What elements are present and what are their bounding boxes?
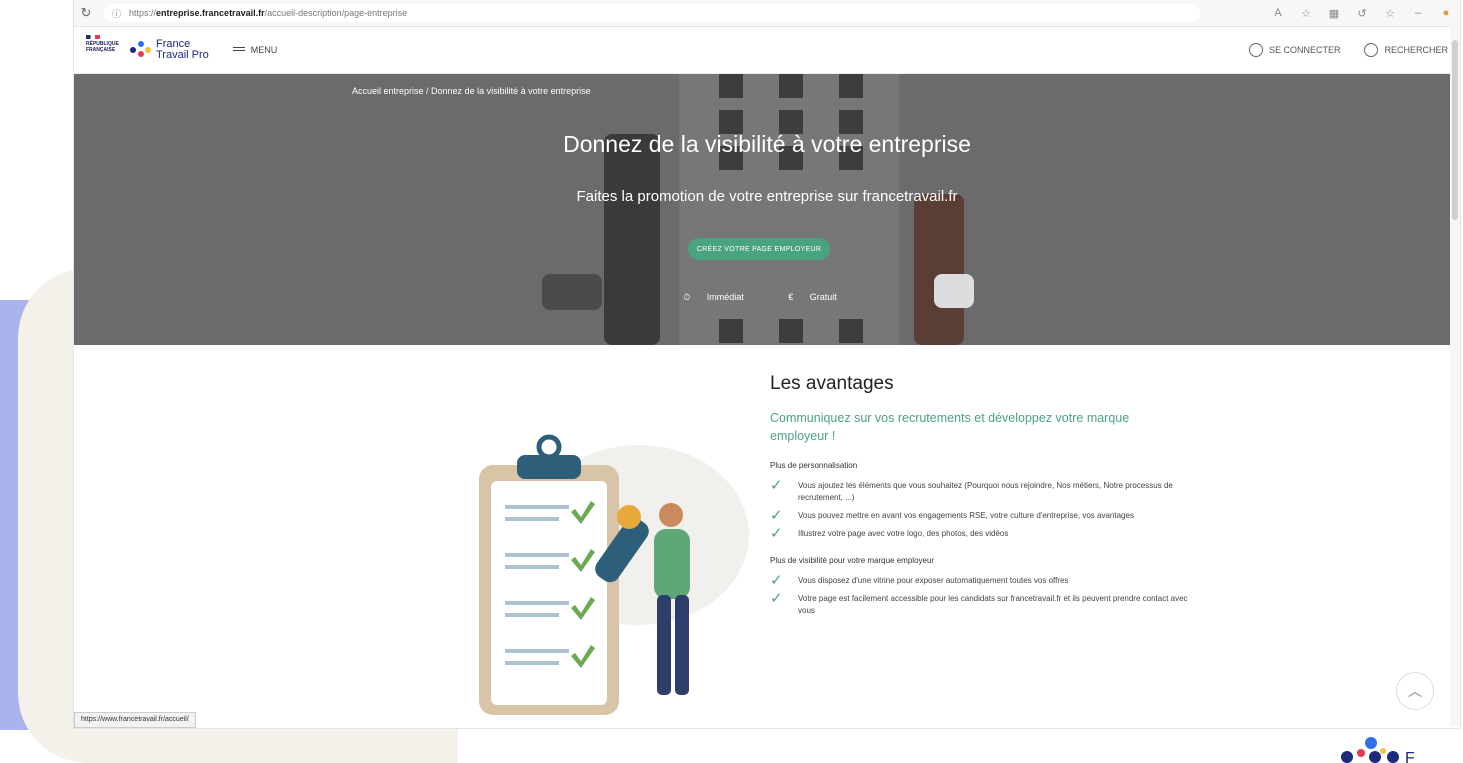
copilot-icon[interactable]: ●	[1432, 7, 1460, 19]
chevron-up-icon: ︿	[1408, 683, 1422, 699]
info-icon[interactable]: ⓘ	[112, 7, 121, 20]
hero-title: Donnez de la visibilité à votre entrepri…	[563, 131, 971, 157]
list-item: ✓ Vous pouvez mettre en avant vos engagem…	[770, 507, 1134, 524]
create-employer-page-button[interactable]: CRÉEZ VOTRE PAGE EMPLOYEUR	[688, 238, 830, 260]
login-button[interactable]: SE CONNECTER	[1248, 43, 1341, 57]
building-illustration	[679, 74, 899, 345]
collections-icon[interactable]: ☆	[1376, 7, 1404, 20]
reload-icon[interactable]: ↻	[74, 5, 98, 21]
browser-toolbar: ↻ ⓘ https://entreprise.francetravail.fr /…	[74, 0, 1460, 27]
hero-subtitle: Faites la promotion de votre entreprise …	[576, 188, 958, 205]
advantages-lead: Communiquez sur vos recrutements et déve…	[770, 411, 1130, 443]
menu-button[interactable]: MENU	[232, 45, 278, 55]
browser-window: ↻ ⓘ https://entreprise.francetravail.fr /…	[74, 0, 1460, 728]
url-prefix: https://	[129, 8, 157, 18]
republique-francaise-logo[interactable]: RÉPUBLIQUE FRANÇAISE	[86, 35, 119, 65]
advantages-title: Les avantages	[770, 373, 894, 394]
url-host: entreprise.francetravail.fr	[156, 8, 265, 18]
breadcrumb[interactable]: Accueil entreprise / Donnez de la visibi…	[74, 86, 1174, 96]
checkmark-icon: ✓	[770, 525, 783, 542]
read-aloud-icon[interactable]: A	[1264, 7, 1292, 19]
hero-badges: ⏱ Immédiat € Gratuit	[74, 292, 1460, 303]
businessman-illustration	[604, 134, 660, 345]
section-visibility-title: Plus de visibilité pour votre marque emp…	[770, 556, 935, 565]
scrollbar-thumb[interactable]	[1452, 40, 1458, 220]
checkmark-icon: ✓	[770, 507, 783, 524]
badge-free: € Gratuit	[788, 292, 837, 302]
hamburger-icon	[232, 49, 245, 51]
checkmark-icon: ✓	[770, 590, 783, 607]
list-item: ✓ Vous disposez d'une vitrine pour expose…	[770, 572, 1069, 589]
minimize-icon[interactable]: –	[1404, 7, 1432, 19]
francetravail-dots-logo: F	[1341, 737, 1415, 763]
businesswoman-illustration	[914, 194, 964, 345]
search-icon	[1364, 43, 1379, 57]
page-scrollbar[interactable]	[1450, 26, 1460, 726]
france-travail-dots-icon	[130, 39, 152, 61]
clipboard-illustration	[479, 434, 749, 715]
search-label: RECHERCHER	[1384, 45, 1448, 55]
extension-icon[interactable]: ▦	[1320, 7, 1348, 20]
checkmark-icon: ✓	[770, 572, 783, 589]
user-icon	[1248, 43, 1263, 57]
brand-line-2: Travail Pro	[156, 49, 209, 61]
menu-label: MENU	[250, 45, 278, 55]
status-bar-url: https://www.francetravail.fr/accueil/	[74, 712, 196, 728]
checkmark-icon: ✓	[770, 477, 783, 494]
site-header: RÉPUBLIQUE FRANÇAISE France Travail Pro …	[74, 27, 1460, 74]
hero-banner: Accueil entreprise / Donnez de la visibi…	[74, 74, 1460, 345]
france-travail-pro-logo[interactable]: France Travail Pro	[130, 39, 209, 61]
advantages-section: Les avantages Communiquez sur vos recrut…	[74, 345, 1460, 728]
favorite-star-icon[interactable]: ☆	[1292, 7, 1320, 20]
list-item: ✓ Votre page est facilement accessible po…	[770, 590, 1188, 615]
address-bar[interactable]: ⓘ https://entreprise.francetravail.fr/ac…	[104, 4, 1200, 22]
url-path: /accueil-description/page-entreprise	[264, 8, 408, 18]
refresh-extension-icon[interactable]: ↺	[1348, 7, 1376, 20]
section-personalization-title: Plus de personnalisation	[770, 461, 858, 470]
login-label: SE CONNECTER	[1268, 45, 1341, 55]
list-item: ✓ Illustrez votre page avec votre logo, d…	[770, 525, 1009, 542]
svg-text:F: F	[1405, 750, 1415, 763]
search-button[interactable]: RECHERCHER	[1364, 43, 1448, 57]
badge-immediate: ⏱ Immédiat	[683, 292, 744, 302]
scroll-to-top-button[interactable]: ︿	[1396, 672, 1434, 710]
list-item: ✓ Vous ajoutez les éléments que vous souh…	[770, 477, 1173, 502]
